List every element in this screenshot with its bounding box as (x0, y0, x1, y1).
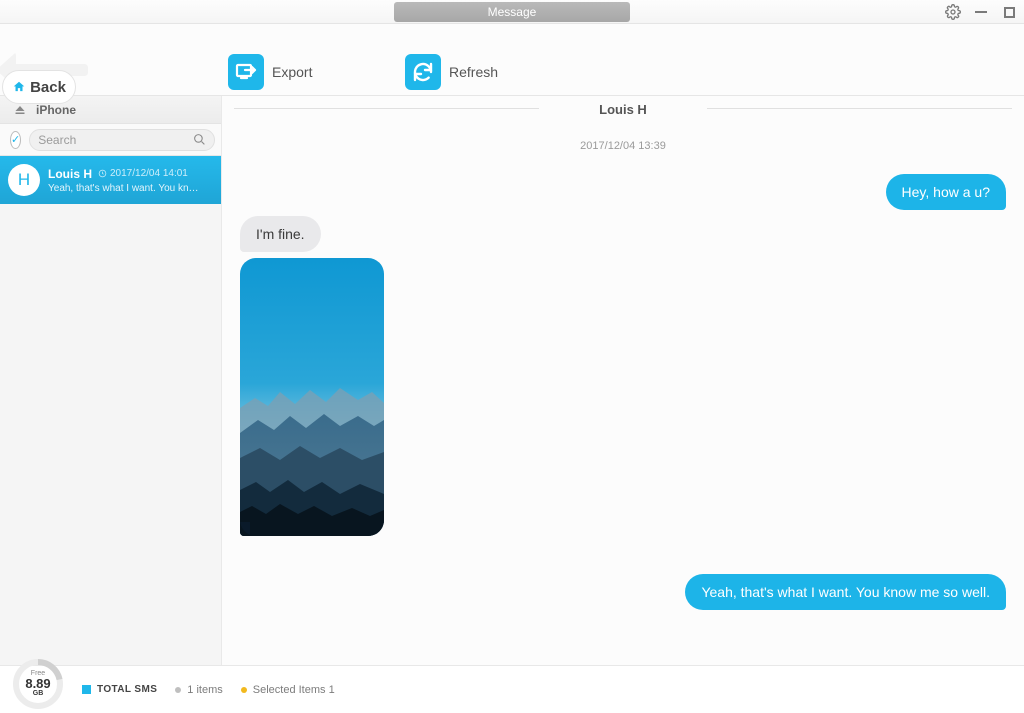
thread-time: 2017/12/04 14:01 (98, 168, 188, 179)
message-text: I'm fine. (256, 226, 305, 242)
eject-icon (14, 105, 26, 115)
clock-icon (98, 169, 107, 178)
date-separator: 2017/12/04 13:39 (240, 140, 1006, 152)
dot-icon (175, 687, 181, 693)
settings-gear-icon[interactable] (944, 3, 962, 21)
device-name: iPhone (36, 103, 76, 117)
refresh-label: Refresh (449, 64, 498, 80)
refresh-button[interactable]: Refresh (405, 54, 498, 90)
message-text: Yeah, that's what I want. You know me so… (701, 584, 990, 600)
search-input[interactable] (38, 133, 193, 147)
export-icon (228, 54, 264, 90)
message-bubble-in[interactable]: I'm fine. (240, 216, 321, 252)
refresh-icon (405, 54, 441, 90)
thread-name: Louis H (48, 167, 92, 181)
footer: Free 8.89 GB TOTAL SMS 1 items Selected … (0, 665, 1024, 713)
search-icon (193, 133, 206, 146)
total-sms-label: TOTAL SMS (97, 684, 157, 695)
thread-preview: Yeah, that's what I want. You kn… (48, 183, 213, 194)
storage-free-unit: GB (33, 690, 44, 697)
search-row: ✓ (0, 124, 221, 156)
home-icon (12, 80, 26, 94)
legend-square-icon (82, 685, 91, 694)
export-button[interactable]: Export (228, 54, 312, 90)
avatar-initial: H (18, 170, 30, 190)
sidebar: iPhone ✓ H Louis H 2017/12/04 14:01 (0, 96, 222, 665)
message-panel: Louis H 2017/12/04 13:39 Hey, how a u? I… (222, 96, 1024, 665)
export-label: Export (272, 64, 312, 80)
selected-text: Selected Items 1 (253, 684, 335, 696)
items-text: 1 items (187, 684, 222, 696)
select-all-checkbox[interactable]: ✓ (10, 131, 21, 149)
message-row-out: Yeah, that's what I want. You know me so… (240, 574, 1006, 610)
toolbar: Back Export Refresh (0, 24, 1024, 96)
selected-count: Selected Items 1 (241, 684, 335, 696)
message-bubble-out[interactable]: Yeah, that's what I want. You know me so… (685, 574, 1006, 610)
window-title-pill: Message (394, 2, 630, 22)
minimize-button[interactable] (972, 3, 990, 21)
message-row-in-image (240, 258, 1006, 536)
items-count: 1 items (175, 684, 222, 696)
avatar: H (8, 164, 40, 196)
message-bubble-out[interactable]: Hey, how a u? (886, 174, 1006, 210)
back-button-label: Back (30, 79, 66, 96)
conversation-header: Louis H (222, 96, 1024, 122)
storage-free-value: 8.89 (25, 677, 50, 690)
total-sms-legend: TOTAL SMS (82, 684, 157, 695)
titlebar: Message (0, 0, 1024, 24)
message-scroll[interactable]: 2017/12/04 13:39 Hey, how a u? I'm fine. (222, 122, 1024, 665)
search-field-wrap[interactable] (29, 129, 215, 151)
storage-indicator: Free 8.89 GB (12, 658, 64, 710)
message-row-in: I'm fine. (240, 216, 1006, 252)
message-text: Hey, how a u? (902, 184, 990, 200)
dot-icon (241, 687, 247, 693)
back-button[interactable]: Back (2, 70, 76, 104)
conversation-contact-name: Louis H (589, 102, 657, 117)
maximize-button[interactable] (1000, 3, 1018, 21)
thread-item[interactable]: H Louis H 2017/12/04 14:01 Yeah, that's … (0, 156, 221, 204)
message-row-out: Hey, how a u? (240, 174, 1006, 210)
window-title: Message (488, 5, 537, 19)
message-image[interactable] (240, 258, 384, 536)
